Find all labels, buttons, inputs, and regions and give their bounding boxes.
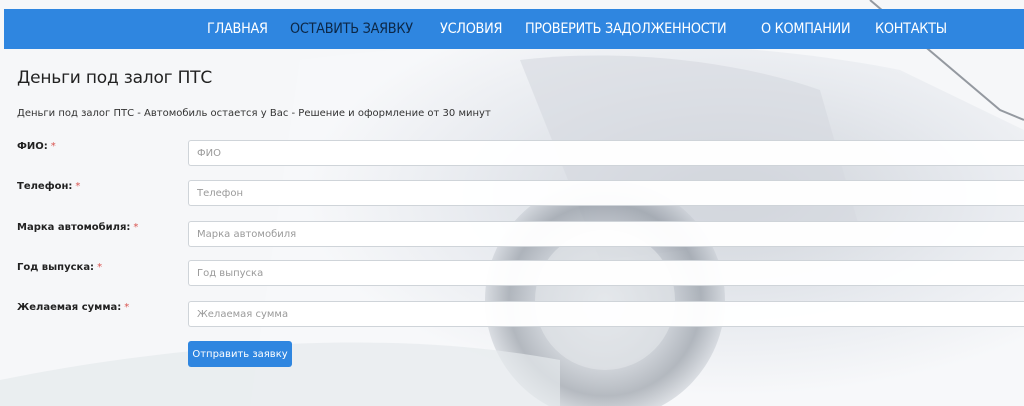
car-brand-input[interactable] [188,221,1024,247]
field-label-text: ФИО: [17,141,48,152]
field-label-amount: Желаемая сумма: * [17,302,129,313]
nav-item-check-debts[interactable]: Проверить задолженности [525,21,727,37]
field-label-car-brand: Марка автомобиля: * [17,222,138,233]
nav-item-about[interactable]: О компании [761,21,851,37]
nav-item-submit-request[interactable]: Оставить заявку [290,21,413,37]
year-input[interactable] [188,260,1024,286]
required-mark: * [75,181,81,192]
required-mark: * [133,222,139,233]
phone-input[interactable] [188,180,1024,206]
field-label-text: Желаемая сумма: [17,302,122,313]
required-mark: * [124,302,130,313]
field-label-text: Телефон: [17,181,73,192]
field-label-text: Год выпуска: [17,262,95,273]
required-mark: * [50,141,56,152]
top-navbar: Главная Оставить заявку Условия Проверит… [4,9,1024,49]
page-title: Деньги под залог ПТС [17,68,213,88]
nav-item-contacts[interactable]: Контакты [875,21,947,37]
required-mark: * [97,262,103,273]
field-label-fio: ФИО: * [17,141,56,152]
submit-request-button[interactable]: Отправить заявку [188,341,292,367]
field-label-year: Год выпуска: * [17,262,102,273]
page-subtitle: Деньги под залог ПТС - Автомобиль остает… [17,108,491,119]
fio-input[interactable] [188,140,1024,166]
field-label-text: Марка автомобиля: [17,222,131,233]
field-label-phone: Телефон: * [17,181,80,192]
amount-input[interactable] [188,301,1024,327]
nav-item-home[interactable]: Главная [207,21,268,37]
nav-item-terms[interactable]: Условия [440,21,502,37]
nav-menu: Главная Оставить заявку Условия Проверит… [207,9,970,49]
